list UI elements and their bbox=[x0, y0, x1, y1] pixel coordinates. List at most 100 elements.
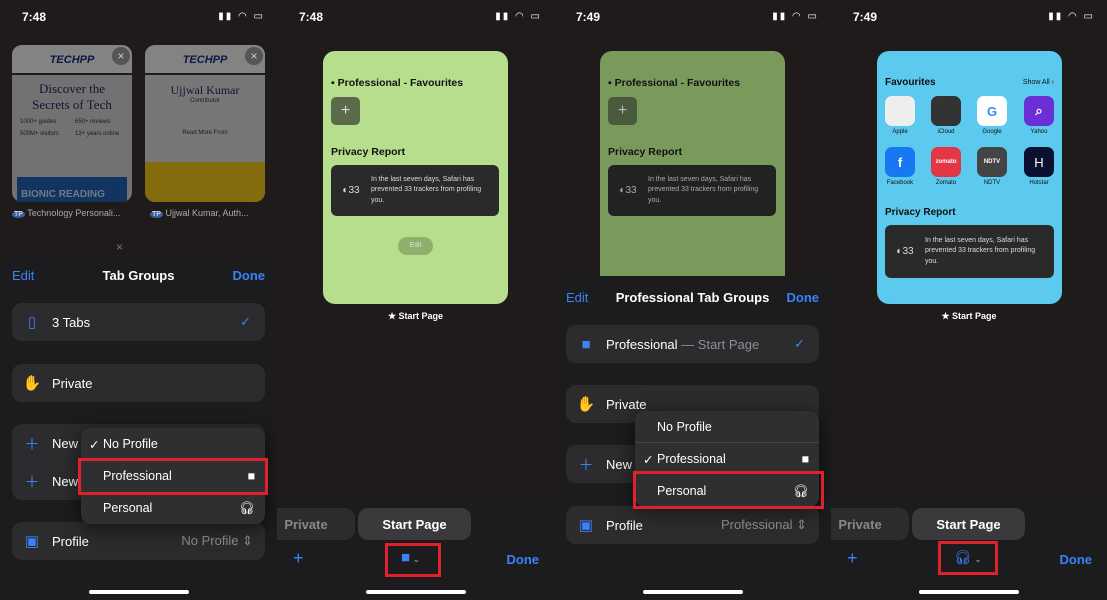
tab-thumbnail[interactable]: TECHPP Ujjwal Kumar Contributor Read Mor… bbox=[145, 45, 265, 202]
favourite-hotstar[interactable]: H Hotstar bbox=[1024, 147, 1054, 186]
row-label: Private bbox=[52, 375, 93, 391]
highlight-box bbox=[938, 541, 998, 575]
privacy-report-title: Privacy Report bbox=[885, 207, 956, 218]
highlight-box bbox=[385, 543, 441, 577]
checkmark-icon: ✓ bbox=[89, 437, 100, 452]
favourite-apple[interactable]: Apple bbox=[885, 96, 915, 135]
headphones-icon: 🎧︎ bbox=[239, 500, 255, 515]
hand-icon: ✋ bbox=[22, 375, 42, 392]
privacy-text: In the last seven days, Safari has preve… bbox=[648, 175, 759, 204]
zomato-icon: zomato bbox=[931, 147, 961, 177]
status-icons: ▮▮ ◠ ▭ bbox=[1048, 11, 1095, 22]
done-button[interactable]: Done bbox=[787, 290, 820, 305]
highlight-box bbox=[633, 471, 824, 509]
done-button[interactable]: Done bbox=[507, 552, 540, 567]
privacy-text: In the last seven days, Safari has preve… bbox=[371, 175, 482, 204]
tab-start-page[interactable]: Start Page bbox=[912, 508, 1025, 540]
status-time: 7:48 bbox=[299, 10, 324, 24]
profile-value: Professional ⇕ bbox=[720, 517, 807, 532]
privacy-report-title: Privacy Report bbox=[331, 146, 406, 158]
tab-private[interactable]: Private bbox=[831, 508, 909, 540]
briefcase-icon: ■ bbox=[801, 452, 809, 466]
menu-item-personal[interactable]: Personal 🎧︎ bbox=[81, 492, 265, 524]
thumb-headline: Ujjwal Kumar bbox=[170, 83, 240, 97]
favourite-facebook[interactable]: f Facebook bbox=[885, 147, 915, 186]
home-indicator bbox=[919, 590, 1019, 594]
hand-icon: ✋ bbox=[576, 396, 596, 413]
tab-group-3-tabs[interactable]: ▯ 3 Tabs ✓ bbox=[12, 303, 265, 341]
profile-value: No Profile ⇕ bbox=[181, 533, 253, 548]
status-icons: ▮▮ ◠ ▭ bbox=[495, 11, 542, 22]
tab-group-private[interactable]: ✋ Private bbox=[12, 364, 265, 402]
add-favourite-button[interactable]: + bbox=[331, 97, 360, 125]
card-caption: ★ Start Page bbox=[941, 311, 997, 321]
profile-row[interactable]: ▣ Profile No Profile ⇕ bbox=[12, 522, 265, 560]
plus-icon: ＋ bbox=[24, 435, 40, 453]
favourite-ndtv[interactable]: NDTV NDTV bbox=[977, 147, 1007, 186]
highlight-box bbox=[78, 458, 268, 495]
status-time: 7:49 bbox=[576, 10, 601, 24]
thumb-caption: TP Ujjwal Kumar, Auth... bbox=[150, 208, 249, 218]
done-button[interactable]: Done bbox=[233, 268, 266, 283]
privacy-report[interactable]: ◐33 In the last seven days, Safari has p… bbox=[331, 165, 499, 216]
start-page-card[interactable]: ▪ Professional - Favourites + Privacy Re… bbox=[323, 51, 508, 304]
card-title: ▪ Professional - Favourites bbox=[331, 77, 464, 89]
thumb-title: Technology Personali... bbox=[27, 208, 121, 218]
row-label: New bbox=[52, 473, 79, 489]
panel-professional-tab-groups: 7:49 ▮▮ ◠ ▭ ▪ Professional - Favourites … bbox=[554, 0, 831, 600]
yahoo-icon: ⌕ bbox=[1024, 96, 1054, 126]
row-label: New bbox=[606, 456, 633, 472]
favourite-google[interactable]: G Google bbox=[977, 96, 1007, 135]
google-icon: G bbox=[977, 96, 1007, 126]
row-label: 3 Tabs bbox=[52, 314, 91, 330]
thumb-headline: Discover the Secrets of Tech bbox=[32, 81, 112, 112]
privacy-report: ◐33 In the last seven days, Safari has p… bbox=[608, 165, 776, 216]
show-all-link[interactable]: Show All › bbox=[1023, 79, 1054, 86]
start-page-card: ▪ Professional - Favourites + Privacy Re… bbox=[600, 51, 785, 304]
row-label: Profile bbox=[52, 533, 89, 549]
menu-item-no-profile[interactable]: ✓ No Profile bbox=[81, 428, 265, 460]
new-tab-button[interactable]: + bbox=[847, 548, 858, 569]
thumb-more: Read More From bbox=[182, 130, 228, 136]
apple-icon bbox=[885, 96, 915, 126]
menu-item-no-profile[interactable]: No Profile bbox=[635, 411, 819, 443]
tab-private[interactable]: Private bbox=[277, 508, 355, 540]
tab-group-professional[interactable]: ■ Professional — Start Page ✓ bbox=[566, 325, 819, 363]
menu-label: Personal bbox=[103, 501, 153, 515]
shield-icon: ◐33 bbox=[342, 185, 360, 196]
start-page-card[interactable]: Favourites Show All › Apple iCloud G Goog… bbox=[877, 51, 1062, 304]
menu-label: Professional bbox=[657, 452, 726, 466]
favourite-icloud[interactable]: iCloud bbox=[931, 96, 961, 135]
briefcase-icon: ■ bbox=[581, 335, 591, 353]
home-indicator bbox=[366, 590, 466, 594]
tab-start-page[interactable]: Start Page bbox=[358, 508, 471, 540]
status-icons: ▮▮ ◠ ▭ bbox=[772, 11, 819, 22]
card-title: ▪ Professional - Favourites bbox=[608, 77, 741, 89]
done-button[interactable]: Done bbox=[1060, 552, 1093, 567]
privacy-text: In the last seven days, Safari has preve… bbox=[925, 236, 1036, 265]
tab-groups-sheet: Edit Tab Groups Done ▯ 3 Tabs ✓ ✋ Private ＋… bbox=[0, 254, 277, 600]
thumb-caption: TP Technology Personali... bbox=[12, 208, 121, 218]
profile-icon: ▣ bbox=[24, 533, 40, 550]
close-tab-icon[interactable]: × bbox=[245, 47, 263, 65]
panel-personal-start: 7:49 ▮▮ ◠ ▭ Favourites Show All › Apple … bbox=[831, 0, 1107, 600]
favourite-zomato[interactable]: zomato Zomato bbox=[931, 147, 961, 186]
tab-thumbnail[interactable]: TECHPP Discover the Secrets of Tech 1000… bbox=[12, 45, 132, 202]
thumb-title: Ujjwal Kumar, Auth... bbox=[165, 208, 249, 218]
favourite-yahoo[interactable]: ⌕ Yahoo bbox=[1024, 96, 1054, 135]
home-indicator bbox=[89, 590, 189, 594]
row-label: Professional bbox=[606, 336, 678, 352]
close-icon[interactable]: × bbox=[116, 240, 123, 254]
facebook-icon: f bbox=[885, 147, 915, 177]
edit-button[interactable]: Edit bbox=[398, 237, 433, 255]
thumb-sub: Contributor bbox=[190, 98, 220, 104]
status-icons: ▮▮ ◠ ▭ bbox=[218, 11, 265, 22]
close-tab-icon[interactable]: × bbox=[112, 47, 130, 65]
home-indicator bbox=[643, 590, 743, 594]
profile-row[interactable]: ▣ Profile Professional ⇕ bbox=[566, 506, 819, 544]
hotstar-icon: H bbox=[1024, 147, 1054, 177]
privacy-report[interactable]: ◐33 In the last seven days, Safari has p… bbox=[885, 225, 1054, 278]
new-tab-button[interactable]: + bbox=[293, 548, 304, 569]
stat: 1000+ guides bbox=[20, 119, 57, 125]
row-label: Profile bbox=[606, 517, 643, 533]
